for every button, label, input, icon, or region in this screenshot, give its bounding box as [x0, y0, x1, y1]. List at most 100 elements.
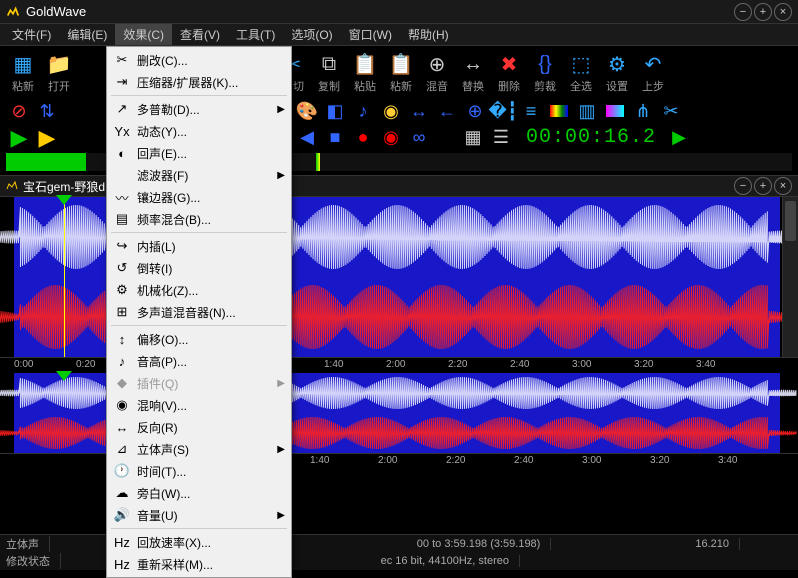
dropdown-item-icon: ☁ [111, 484, 133, 502]
dropdown-item[interactable]: ⇥压缩器/扩展器(K)... [107, 71, 291, 93]
dropdown-item-label: 压缩器/扩展器(K)... [137, 74, 271, 91]
tool-selall[interactable]: ⬚全选 [564, 50, 598, 96]
scrollbar-vertical[interactable] [782, 197, 798, 357]
colorwheel-icon[interactable]: 🎨 [296, 100, 318, 122]
dropdown-item[interactable]: ⊞多声道混音器(N)... [107, 301, 291, 323]
dropdown-item[interactable]: ♪音高(P)... [107, 350, 291, 372]
dropdown-item[interactable]: 〰镶边器(G)... [107, 186, 291, 208]
dropdown-item[interactable]: ⊿立体声(S)▶ [107, 438, 291, 460]
app-title: GoldWave [26, 4, 734, 19]
dropdown-item-icon: ◉ [111, 396, 133, 414]
dropdown-item[interactable]: ⚙机械化(Z)... [107, 279, 291, 301]
transport-stop-icon[interactable]: ■ [324, 127, 346, 149]
tool-delete[interactable]: ✖删除 [492, 50, 526, 96]
dropdown-item-label: 镶边器(G)... [137, 189, 271, 206]
note-icon[interactable]: ♪ [352, 100, 374, 122]
dropdown-item[interactable]: ◉混响(V)... [107, 394, 291, 416]
dropdown-item[interactable]: ↔反向(R) [107, 416, 291, 438]
dropdown-item[interactable]: ↕偏移(O)... [107, 328, 291, 350]
dropdown-item[interactable]: ↺倒转(I) [107, 257, 291, 279]
tool-new[interactable]: ▦粘新 [6, 50, 40, 96]
bars-icon[interactable]: ▥ [576, 100, 598, 122]
effect-dropdown: ✂删改(C)...⇥压缩器/扩展器(K)...↗多普勒(D)...▶Yx动态(Y… [106, 46, 292, 578]
tool-prev[interactable]: ↶上步 [636, 50, 670, 96]
play-yellow-icon[interactable]: ▶ [36, 127, 58, 149]
play-green-icon[interactable]: ▶ [8, 127, 30, 149]
tool-settings[interactable]: ⚙设置 [600, 50, 634, 96]
submenu-arrow-icon: ▶ [277, 170, 285, 181]
tool-replace[interactable]: ↔替换 [456, 50, 490, 96]
target-icon[interactable]: ⊕ [464, 100, 486, 122]
status-position: 16.210 [695, 538, 740, 550]
dropdown-item-icon: ↕ [111, 330, 133, 348]
gradient-icon[interactable] [604, 100, 626, 122]
close-button[interactable]: × [774, 3, 792, 21]
record2-icon[interactable]: ◉ [380, 127, 402, 149]
split-icon[interactable]: ⋔ [632, 100, 654, 122]
play-marker-icon [56, 195, 72, 205]
minimize-button[interactable]: − [734, 3, 752, 21]
loop-icon[interactable]: ∞ [408, 127, 430, 149]
disc-icon[interactable]: ◉ [380, 100, 402, 122]
grid-icon[interactable]: ▦ [462, 127, 484, 149]
dropdown-item[interactable]: Hz回放速率(X)... [107, 531, 291, 553]
tool-paste[interactable]: 📋粘贴 [348, 50, 382, 96]
menubar: 文件(F) 编辑(E) 效果(C) 查看(V) 工具(T) 选项(O) 窗口(W… [0, 24, 798, 46]
doc-close-button[interactable]: × [774, 177, 792, 195]
dropdown-item[interactable]: ↪内插(L) [107, 235, 291, 257]
menu-options[interactable]: 选项(O) [283, 24, 340, 45]
record-icon[interactable]: ● [352, 127, 374, 149]
status-channels: 立体声 [6, 536, 50, 552]
dropdown-item[interactable]: ▤频率混合(B)... [107, 208, 291, 230]
menu-file[interactable]: 文件(F) [4, 24, 59, 45]
stop-icon[interactable]: ⊘ [8, 100, 30, 122]
eq-icon[interactable]: ≡ [520, 100, 542, 122]
menu-window[interactable]: 窗口(W) [341, 24, 400, 45]
dropdown-item-icon: ⚙ [111, 281, 133, 299]
dropdown-item-label: 倒转(I) [137, 260, 271, 277]
sliders-icon[interactable]: �┇ [492, 100, 514, 122]
expand-icon[interactable]: ↔ [408, 100, 430, 122]
doc-minimize-button[interactable]: − [734, 177, 752, 195]
menu-help[interactable]: 帮助(H) [400, 24, 457, 45]
doc-maximize-button[interactable]: + [754, 177, 772, 195]
submenu-arrow-icon: ▶ [277, 104, 285, 115]
dropdown-item[interactable]: ☁旁白(W)... [107, 482, 291, 504]
maximize-button[interactable]: + [754, 3, 772, 21]
dropdown-item[interactable]: 滤波器(F)▶ [107, 164, 291, 186]
menu-effect[interactable]: 效果(C) [115, 24, 172, 45]
dropdown-item-label: 偏移(O)... [137, 331, 271, 348]
dropdown-item[interactable]: Yx动态(Y)... [107, 120, 291, 142]
menu-view[interactable]: 查看(V) [172, 24, 228, 45]
spectrum-icon[interactable] [548, 100, 570, 122]
tool-mix[interactable]: ⊕混音 [420, 50, 454, 96]
titlebar: GoldWave − + × [0, 0, 798, 24]
transport-prev-icon[interactable]: ◀ [296, 127, 318, 149]
dropdown-item-icon: ◐ [111, 144, 133, 162]
tool-copy[interactable]: ⧉复制 [312, 50, 346, 96]
dropdown-item-label: 频率混合(B)... [137, 211, 271, 228]
tool-pastenew[interactable]: 📋粘新 [384, 50, 418, 96]
dropdown-item-label: 反向(R) [137, 419, 271, 436]
scissors-icon[interactable]: ✂ [660, 100, 682, 122]
submenu-arrow-icon: ▶ [277, 444, 285, 455]
dropdown-item[interactable]: 🕐时间(T)... [107, 460, 291, 482]
dropdown-item-label: 旁白(W)... [137, 485, 271, 502]
tool-open[interactable]: 📁打开 [42, 50, 76, 96]
dropdown-item[interactable]: Hz重新采样(M)... [107, 553, 291, 575]
dropdown-item-icon: ⇥ [111, 73, 133, 91]
menu-tool[interactable]: 工具(T) [228, 24, 283, 45]
menu-edit[interactable]: 编辑(E) [59, 24, 115, 45]
back-icon[interactable]: ← [436, 100, 458, 122]
dropdown-item-label: 多声道混音器(N)... [137, 304, 271, 321]
dropdown-item-icon: ⊞ [111, 303, 133, 321]
tool-trim[interactable]: {}剪裁 [528, 50, 562, 96]
dropdown-item[interactable]: ↗多普勒(D)...▶ [107, 98, 291, 120]
dropdown-item[interactable]: ✂删改(C)... [107, 49, 291, 71]
colorblock-icon[interactable]: ◧ [324, 100, 346, 122]
list-icon[interactable]: ☰ [490, 127, 512, 149]
dropdown-item[interactable]: ◐回声(E)... [107, 142, 291, 164]
swap-icon[interactable]: ⇅ [36, 100, 58, 122]
dropdown-item[interactable]: 🔊音量(U)▶ [107, 504, 291, 526]
timer-play-icon[interactable]: ▶ [668, 127, 690, 149]
